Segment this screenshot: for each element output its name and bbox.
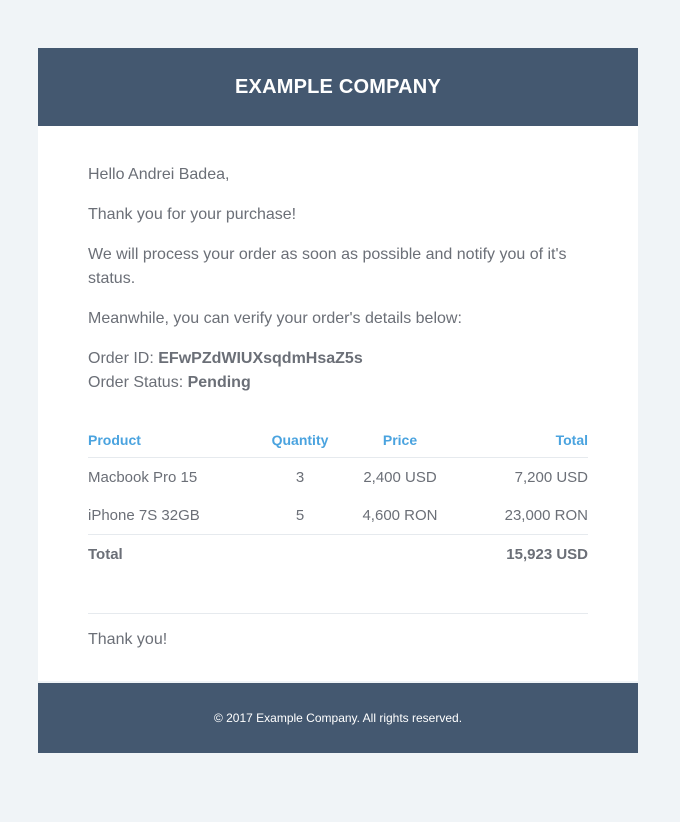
header-quantity: Quantity xyxy=(258,432,342,458)
email-container: EXAMPLE COMPANY Hello Andrei Badea, Than… xyxy=(38,48,638,753)
order-id-value: EFwPZdWIUXsqdmHsaZ5s xyxy=(158,350,363,367)
table-header-row: Product Quantity Price Total xyxy=(88,432,588,458)
row-quantity: 5 xyxy=(258,496,342,535)
total-value: 15,923 USD xyxy=(506,545,588,563)
order-meta: Order ID: EFwPZdWIUXsqdmHsaZ5s Order Sta… xyxy=(88,347,588,395)
row-product: iPhone 7S 32GB xyxy=(88,496,258,535)
header-total: Total xyxy=(458,432,588,458)
row-total: 7,200 USD xyxy=(514,468,588,486)
table-row: iPhone 7S 32GB 5 4,600 RON 23,000 RON xyxy=(88,496,588,535)
meanwhile-text: Meanwhile, you can verify your order's d… xyxy=(88,310,462,327)
total-label: Total xyxy=(88,545,123,563)
row-price: 2,400 USD xyxy=(363,468,437,486)
greeting-text: Hello Andrei Badea, xyxy=(88,166,230,183)
header-price: Price xyxy=(342,432,458,458)
row-price: 4,600 RON xyxy=(342,496,458,535)
signoff-text: Thank you! xyxy=(88,631,168,648)
header-product: Product xyxy=(88,432,258,458)
order-id-row: Order ID: EFwPZdWIUXsqdmHsaZ5s xyxy=(88,347,588,371)
copyright-text: © 2017 Example Company. All rights reser… xyxy=(213,711,463,725)
thanks-text: Thank you for your purchase! xyxy=(88,206,297,223)
process-text: We will process your order as soon as po… xyxy=(88,246,567,287)
divider xyxy=(88,613,588,614)
email-header: EXAMPLE COMPANY xyxy=(38,48,638,126)
order-status-label: Order Status: xyxy=(88,374,184,391)
email-body: Hello Andrei Badea, Thank you for your p… xyxy=(38,126,638,681)
email-footer: © 2017 Example Company. All rights reser… xyxy=(38,683,638,753)
total-row: Total 15,923 USD xyxy=(88,535,588,574)
company-name: EXAMPLE COMPANY xyxy=(235,75,441,98)
order-status-row: Order Status: Pending xyxy=(88,371,588,395)
row-product: Macbook Pro 15 xyxy=(88,468,198,486)
row-total: 23,000 RON xyxy=(458,496,588,535)
order-table: Product Quantity Price Total Macbook Pro… xyxy=(88,432,588,573)
order-status-value: Pending xyxy=(187,374,251,391)
table-row: Macbook Pro 15 3 2,400 USD 7,200 USD xyxy=(88,458,588,497)
row-quantity: 3 xyxy=(295,468,305,486)
order-id-label: Order ID: xyxy=(88,350,154,367)
